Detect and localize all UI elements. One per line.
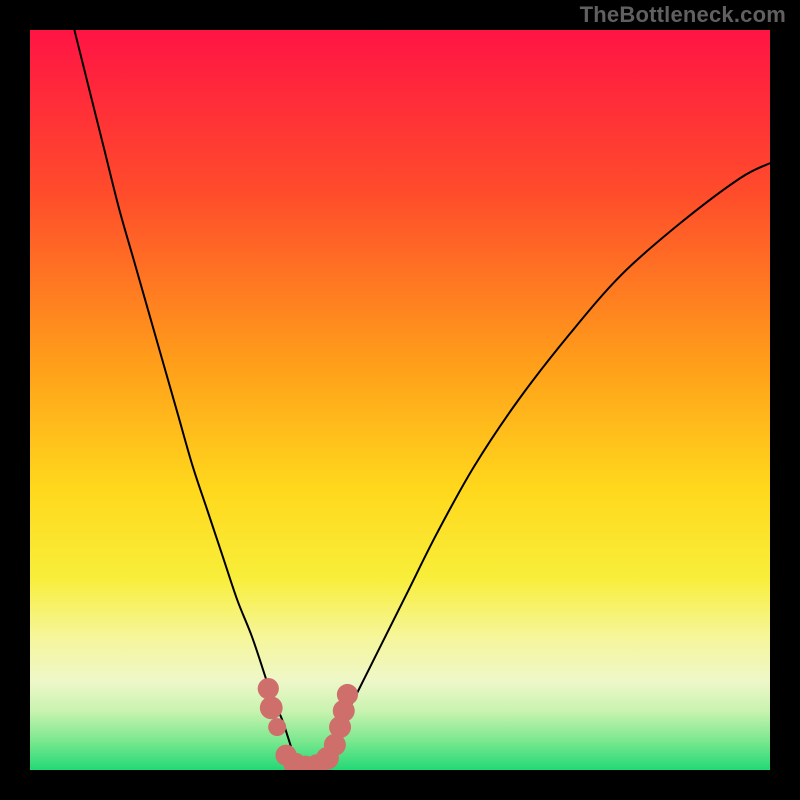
curve-marker	[260, 696, 283, 719]
bottleneck-chart	[30, 30, 770, 770]
watermark-text: TheBottleneck.com	[580, 2, 786, 28]
curve-marker	[268, 718, 286, 736]
curve-marker	[337, 684, 358, 705]
curve-marker	[258, 678, 279, 699]
chart-container	[30, 30, 770, 770]
app-frame: TheBottleneck.com	[0, 0, 800, 800]
chart-background	[30, 30, 770, 770]
